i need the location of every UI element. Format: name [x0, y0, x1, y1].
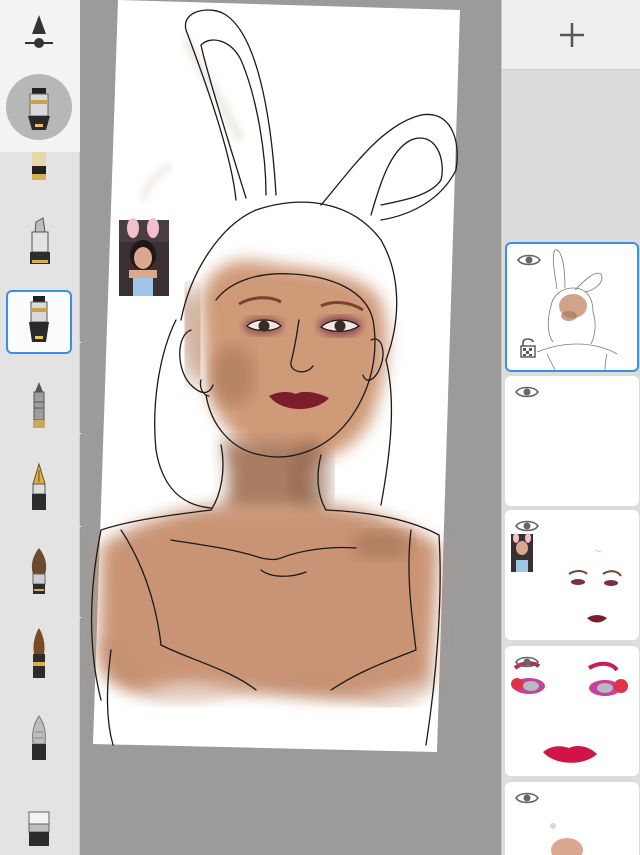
eye-icon[interactable] [515, 518, 539, 534]
brush-eraser-icon[interactable] [6, 796, 72, 855]
brush-airbrush-icon[interactable] [6, 290, 72, 354]
layer-empty[interactable] [505, 376, 639, 506]
layer-skin[interactable] [505, 782, 639, 855]
brush-paint-brush-icon[interactable] [6, 542, 72, 606]
layer-face-details[interactable] [505, 510, 639, 640]
canvas-artwork[interactable] [81, 0, 501, 855]
eye-icon[interactable] [515, 790, 539, 806]
plus-icon [559, 22, 584, 47]
drawing-canvas[interactable] [81, 0, 501, 855]
eye-icon[interactable] [515, 384, 539, 400]
current-brush-airbrush-icon[interactable] [6, 74, 72, 140]
sketch-app [0, 0, 640, 855]
brush-ink-brush-icon[interactable] [6, 624, 72, 688]
right-eye [318, 316, 362, 336]
eye-icon[interactable] [517, 252, 541, 268]
layer-makeup[interactable] [505, 646, 639, 776]
brush-properties-panel [0, 0, 80, 152]
brush-pencil-icon[interactable] [6, 152, 72, 186]
layer-sketch[interactable] [505, 242, 639, 372]
add-layer-button[interactable] [502, 0, 640, 70]
reference-photo[interactable] [119, 218, 169, 296]
brush-marker-icon[interactable] [6, 212, 72, 276]
layers-panel [501, 0, 640, 855]
brush-size-slider-icon[interactable] [22, 12, 56, 56]
brush-ballpoint-pen-icon[interactable] [6, 376, 72, 440]
lock-transparency-icon[interactable] [519, 336, 537, 358]
eye-icon[interactable] [515, 654, 539, 670]
brush-fountain-pen-icon[interactable] [6, 458, 72, 522]
brush-smudge-tool-icon[interactable] [6, 710, 72, 774]
brush-toolbar [0, 0, 91, 855]
left-eye [243, 317, 283, 335]
